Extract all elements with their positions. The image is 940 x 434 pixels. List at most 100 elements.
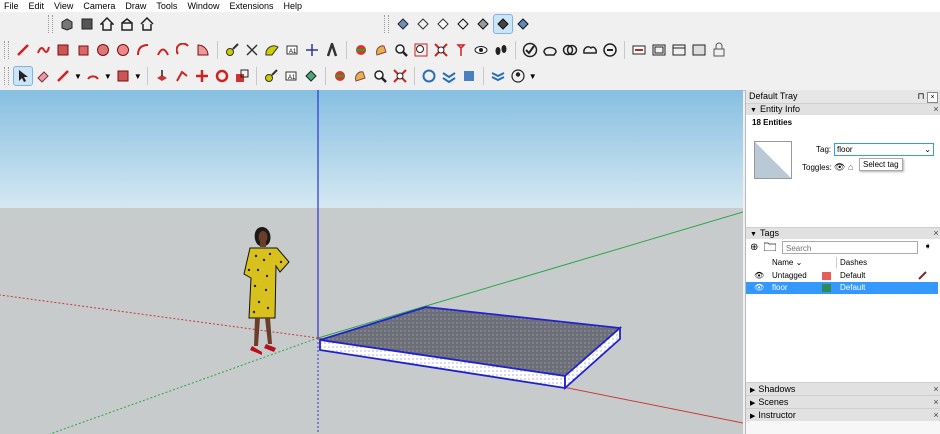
close-icon[interactable]: × — [927, 92, 938, 103]
toolbar-grip[interactable] — [48, 15, 53, 33]
panel-close-icon[interactable]: × — [931, 396, 940, 408]
monochrome-icon[interactable] — [514, 15, 532, 33]
outer-shell-icon[interactable] — [541, 41, 559, 59]
pie-icon[interactable] — [194, 41, 212, 59]
col-header-name[interactable]: Name ⌄ — [772, 257, 837, 268]
right-view-icon[interactable] — [118, 15, 136, 33]
section-plane-icon[interactable] — [630, 41, 648, 59]
panel-close-icon[interactable]: × — [931, 228, 940, 239]
orbit-icon-2[interactable] — [331, 67, 349, 85]
tag-row-floor[interactable]: 👁 floor Default — [746, 282, 938, 294]
iso-view-icon[interactable] — [58, 15, 76, 33]
zoom-extents-icon[interactable] — [432, 41, 450, 59]
subtract-icon[interactable] — [601, 41, 619, 59]
pan-icon-2[interactable] — [351, 67, 369, 85]
rotate-icon[interactable] — [213, 67, 231, 85]
menu-help[interactable]: Help — [278, 0, 307, 12]
tag-color-swatch[interactable] — [822, 284, 831, 292]
shapes-tool-icon[interactable] — [114, 67, 132, 85]
extension-manager-icon[interactable] — [489, 67, 507, 85]
circle-icon[interactable] — [94, 41, 112, 59]
line-tool-icon[interactable] — [14, 41, 32, 59]
scenes-header[interactable]: ▶ Scenes × — [746, 395, 940, 408]
col-header-dashes[interactable]: Dashes — [840, 257, 867, 268]
add-tag-folder-icon[interactable] — [763, 241, 777, 252]
add-tag-icon[interactable]: ⊕ — [750, 242, 758, 253]
walk-icon[interactable] — [492, 41, 510, 59]
orbit-icon[interactable] — [352, 41, 370, 59]
menu-extensions[interactable]: Extensions — [224, 0, 278, 12]
instructor-header[interactable]: ▶ Instructor × — [746, 408, 940, 421]
arc-tool-icon[interactable] — [84, 67, 102, 85]
visibility-eye-icon[interactable]: 👁 — [754, 282, 764, 294]
select-tool-icon[interactable] — [13, 66, 33, 86]
line-tool-icon-2[interactable] — [54, 67, 72, 85]
dropdown-arrow-icon[interactable]: ▼ — [104, 72, 112, 81]
look-around-icon[interactable] — [472, 41, 490, 59]
toolbar-grip[interactable] — [384, 15, 389, 33]
pin-icon[interactable]: ⊓ — [917, 91, 924, 101]
text-icon[interactable]: A1 — [283, 41, 301, 59]
zoom-icon[interactable] — [392, 41, 410, 59]
shaded-icon[interactable] — [474, 15, 492, 33]
protractor-icon[interactable] — [263, 41, 281, 59]
arc-2pt-icon[interactable] — [154, 41, 172, 59]
menu-window[interactable]: Window — [182, 0, 224, 12]
section-fill-icon[interactable] — [690, 41, 708, 59]
freehand-icon[interactable] — [34, 41, 52, 59]
zoom-icon-2[interactable] — [371, 67, 389, 85]
dimension-icon[interactable] — [243, 41, 261, 59]
arc-3pt-icon[interactable] — [174, 41, 192, 59]
panel-close-icon[interactable]: × — [931, 383, 940, 395]
entity-material-swatch[interactable] — [754, 141, 792, 179]
toolbar-grip[interactable] — [4, 67, 9, 85]
back-edges-icon[interactable] — [414, 15, 432, 33]
text-tool-icon[interactable]: A1 — [282, 67, 300, 85]
toolbar-grip[interactable] — [4, 41, 9, 59]
tape-measure-icon-2[interactable] — [262, 67, 280, 85]
position-camera-icon[interactable] — [452, 41, 470, 59]
rectangle-icon[interactable] — [54, 41, 72, 59]
dropdown-arrow-icon[interactable]: ▼ — [74, 72, 82, 81]
tag-color-swatch[interactable] — [822, 272, 831, 280]
front-view-icon[interactable] — [98, 15, 116, 33]
solid-check-icon[interactable] — [521, 41, 539, 59]
scale-icon[interactable] — [233, 67, 251, 85]
union-icon[interactable] — [581, 41, 599, 59]
drawing-viewport[interactable] — [0, 90, 743, 434]
push-pull-icon[interactable] — [153, 67, 171, 85]
tags-search-field[interactable] — [782, 241, 918, 254]
zoom-window-icon[interactable] — [412, 41, 430, 59]
3d-warehouse-icon[interactable] — [420, 67, 438, 85]
dropdown-arrow-icon[interactable]: ▼ — [134, 72, 142, 81]
entity-info-header[interactable]: ▼ Entity Info × — [746, 103, 940, 115]
arc-icon[interactable] — [134, 41, 152, 59]
paint-bucket-icon[interactable] — [302, 67, 320, 85]
eraser-icon[interactable] — [34, 67, 52, 85]
display-section-icon[interactable] — [650, 41, 668, 59]
axes-icon[interactable] — [303, 41, 321, 59]
menu-file[interactable]: File — [0, 0, 24, 12]
tag-select[interactable]: floor ⌄ — [834, 143, 934, 156]
pan-icon[interactable] — [372, 41, 390, 59]
back-view-icon[interactable] — [138, 15, 156, 33]
shaded-textures-icon[interactable] — [493, 14, 513, 34]
wireframe-icon[interactable] — [434, 15, 452, 33]
section-cuts-icon[interactable] — [670, 41, 688, 59]
menu-view[interactable]: View — [49, 0, 78, 12]
polygon-icon[interactable] — [114, 41, 132, 59]
tape-measure-icon[interactable] — [223, 41, 241, 59]
tag-row-untagged[interactable]: 👁 Untagged Default — [746, 270, 938, 282]
visibility-eye-icon[interactable]: 👁 — [834, 162, 845, 173]
tags-detail-arrow-icon[interactable]: ➧ — [924, 241, 932, 252]
3d-text-icon[interactable] — [323, 41, 341, 59]
shadow-toggle-icon[interactable]: ⌂ — [848, 162, 853, 172]
top-view-icon[interactable] — [78, 15, 96, 33]
menu-draw[interactable]: Draw — [120, 0, 151, 12]
visibility-eye-icon[interactable]: 👁 — [754, 270, 764, 282]
xray-icon[interactable] — [394, 15, 412, 33]
scene-canvas[interactable] — [0, 90, 743, 434]
dropdown-arrow-icon[interactable]: ▼ — [529, 72, 537, 81]
move-icon[interactable] — [193, 67, 211, 85]
lock-icon[interactable] — [710, 41, 728, 59]
